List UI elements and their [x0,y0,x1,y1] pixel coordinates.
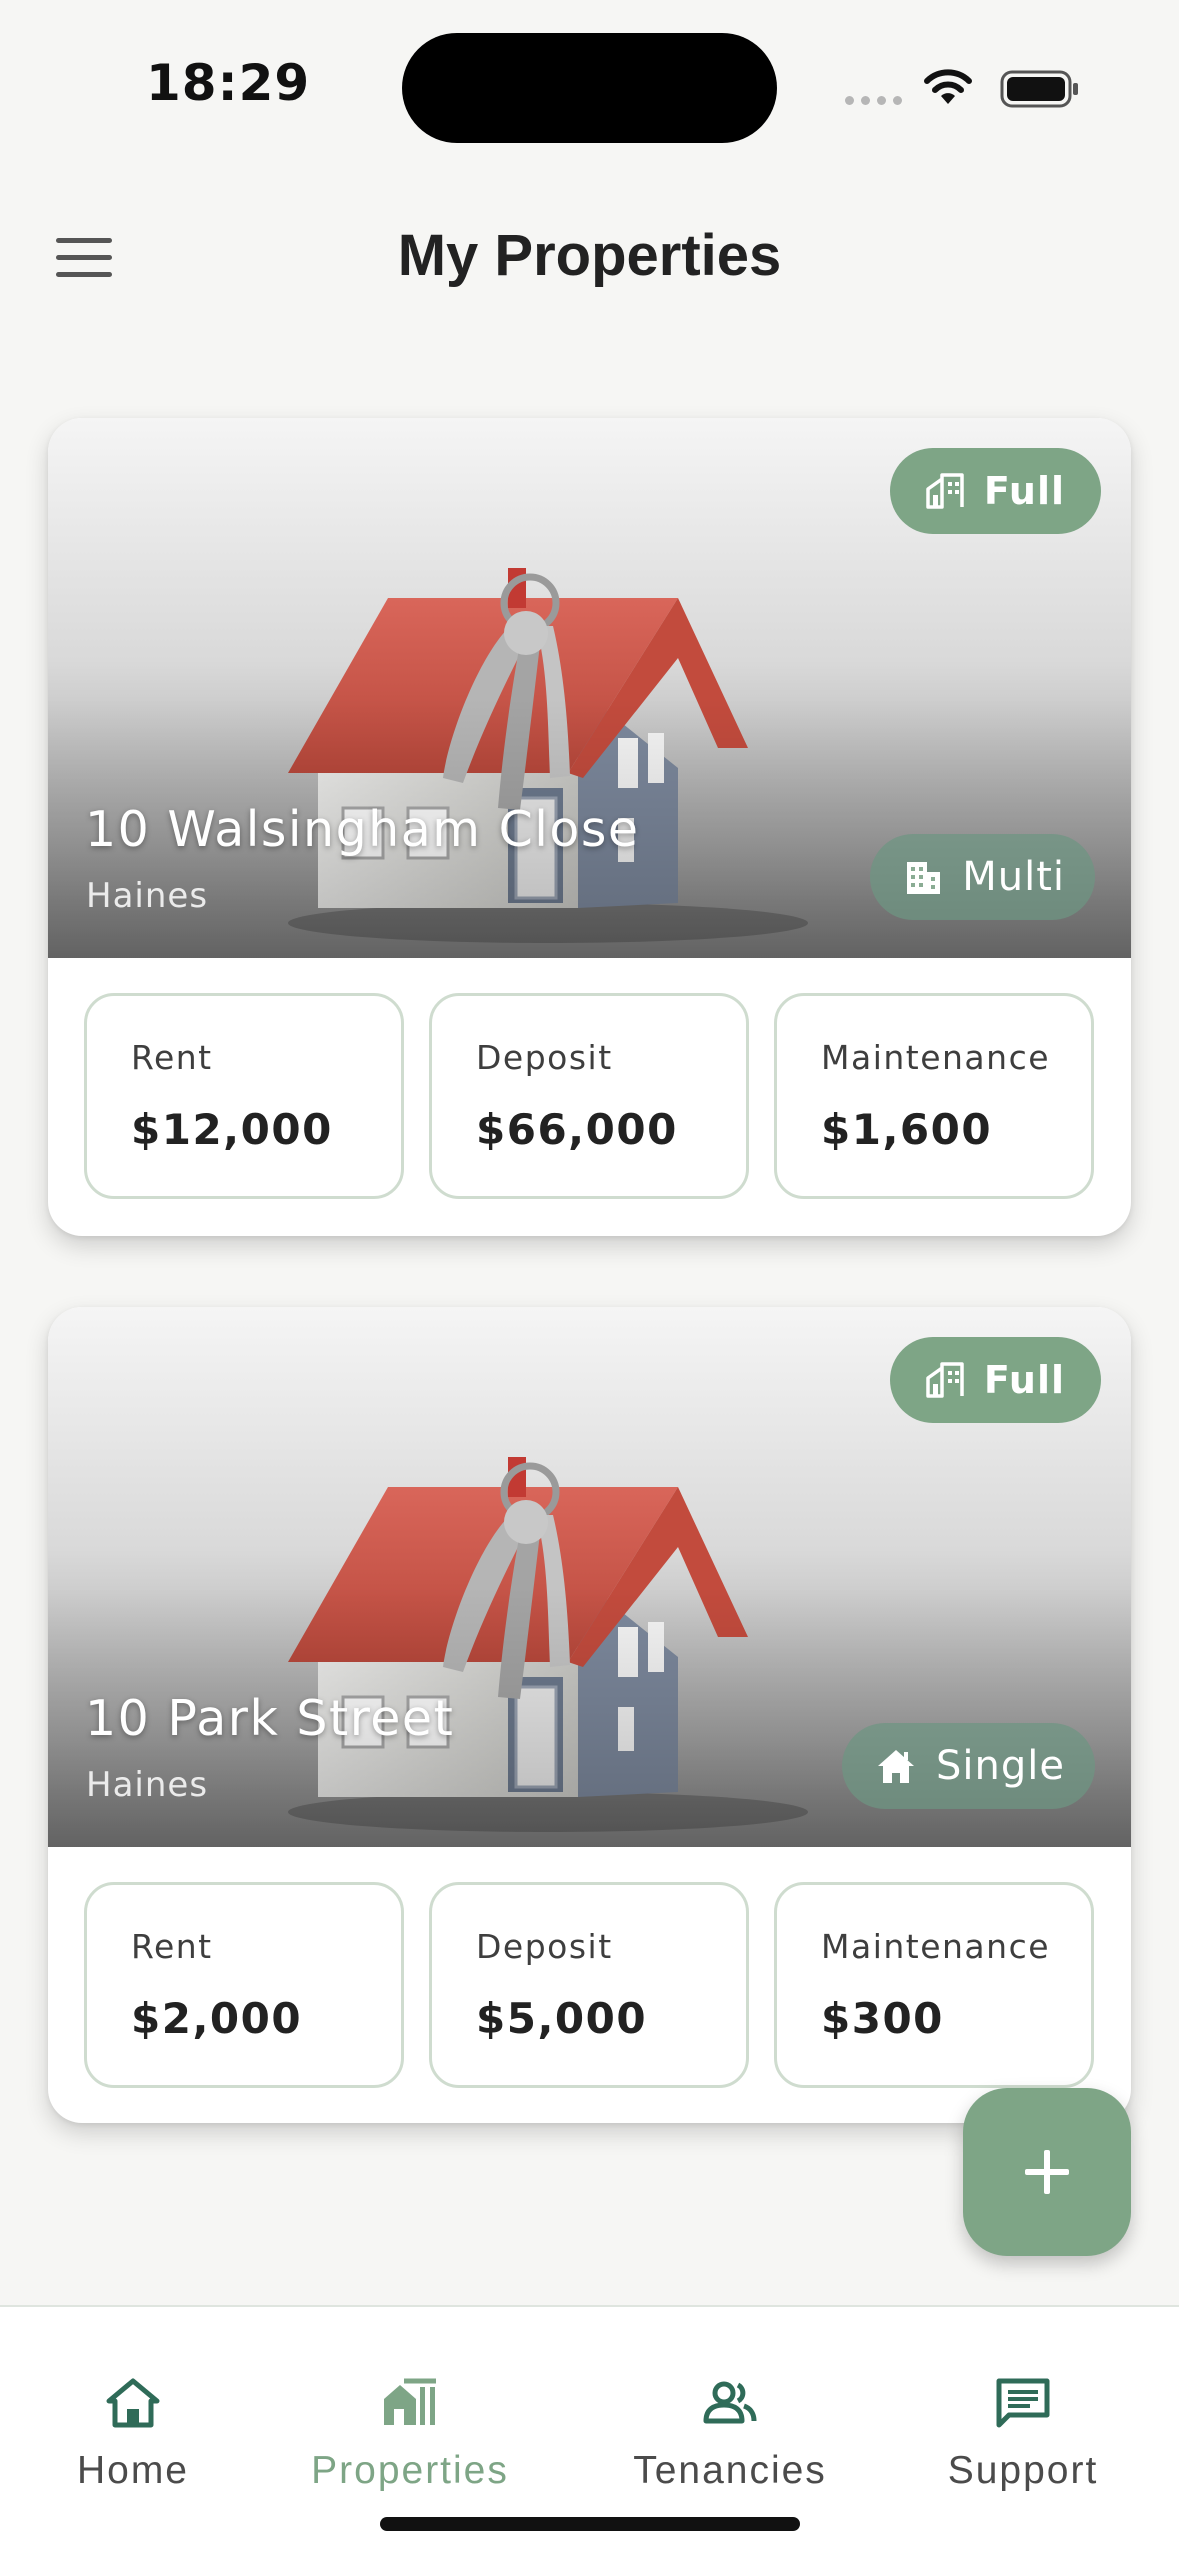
home-indicator[interactable] [380,2517,800,2531]
nav-label: Home [76,2449,190,2492]
home-icon [106,2378,160,2428]
stat-value: $12,000 [131,1105,333,1154]
occupancy-badge: Full [889,1337,1101,1423]
nav-label: Properties [311,2449,509,2492]
nav-item-properties[interactable]: Properties [280,2307,540,2507]
stat-label: Deposit [476,1038,613,1077]
property-type-label: Single [936,1743,1065,1789]
occupancy-badge: Full [889,448,1101,534]
stat-label: Maintenance [821,1927,1051,1966]
property-stats: Rent $12,000 Deposit $66,000 Maintenance… [84,993,1094,1199]
stat-value: $1,600 [821,1105,993,1154]
properties-icon [384,2378,436,2425]
stat-value: $300 [821,1994,944,2043]
building-icon [926,473,964,509]
stat-label: Maintenance [821,1038,1051,1077]
property-type-label: Multi [962,854,1065,900]
building-icon [926,1362,964,1398]
occupancy-label: Full [983,469,1065,513]
stat-value: $66,000 [476,1105,678,1154]
property-card[interactable]: Full 10 Park Street Haines Single Rent $… [48,1307,1131,2123]
cellular-signal-icon [845,96,902,105]
status-bar: 18:29 [0,0,1179,150]
property-image: Full 10 Walsingham Close Haines Multi [48,418,1131,958]
property-address: 10 Park Street [85,1690,455,1747]
property-address: 10 Walsingham Close [85,801,640,858]
property-type-badge: Single [842,1723,1095,1809]
people-icon [703,2381,757,2424]
page-title: My Properties [397,223,782,288]
nav-item-tenancies[interactable]: Tenancies [600,2307,860,2507]
property-image: Full 10 Park Street Haines Single [48,1307,1131,1847]
occupancy-label: Full [983,1358,1065,1402]
stat-value: $2,000 [131,1994,303,2043]
dynamic-island [402,33,777,143]
rent-stat: Rent $2,000 [84,1882,404,2088]
apartment-icon [907,862,941,894]
property-city: Haines [86,1765,209,1805]
nav-item-home[interactable]: Home [3,2307,263,2507]
status-time: 18:29 [146,54,311,112]
maintenance-stat: Maintenance $1,600 [774,993,1094,1199]
stat-label: Rent [131,1038,213,1077]
chat-icon [996,2378,1050,2428]
house-icon [878,1750,915,1783]
nav-label: Support [947,2449,1099,2492]
maintenance-stat: Maintenance $300 [774,1882,1094,2088]
property-city: Haines [86,876,209,916]
property-card[interactable]: Full 10 Walsingham Close Haines Multi Re… [48,418,1131,1236]
nav-item-support[interactable]: Support [893,2307,1153,2507]
property-stats: Rent $2,000 Deposit $5,000 Maintenance $… [84,1882,1094,2088]
nav-label: Tenancies [633,2449,827,2492]
plus-icon [1025,2150,1069,2194]
property-type-badge: Multi [870,834,1095,920]
deposit-stat: Deposit $5,000 [429,1882,749,2088]
stat-label: Rent [131,1927,213,1966]
add-property-button[interactable] [963,2088,1131,2256]
stat-value: $5,000 [476,1994,648,2043]
wifi-icon [924,69,972,104]
battery-icon [1000,70,1078,108]
rent-stat: Rent $12,000 [84,993,404,1199]
deposit-stat: Deposit $66,000 [429,993,749,1199]
stat-label: Deposit [476,1927,613,1966]
